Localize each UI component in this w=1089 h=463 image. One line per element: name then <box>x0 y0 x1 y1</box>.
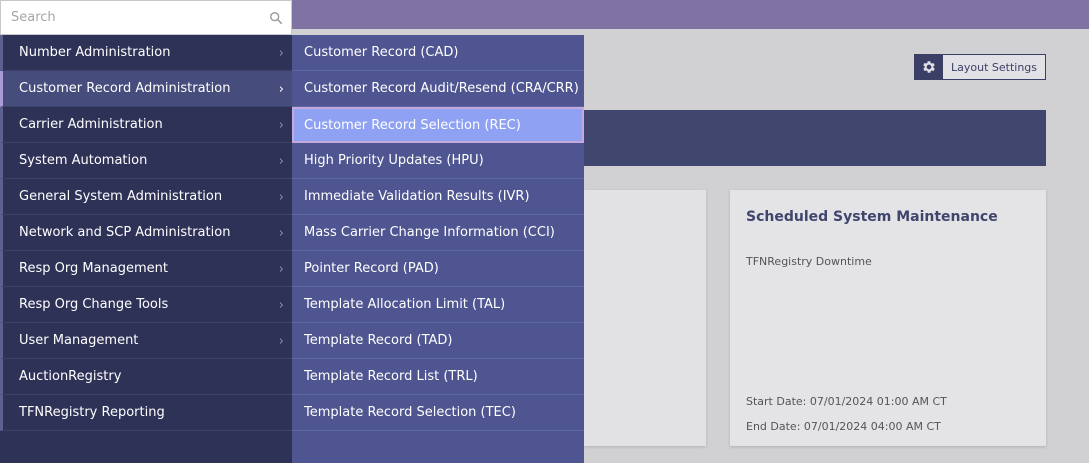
menu-item-resp-org-management[interactable]: Resp Org Management › <box>0 251 292 287</box>
chevron-right-icon: › <box>278 298 284 313</box>
menu-item-label: AuctionRegistry <box>19 369 122 384</box>
layout-settings-label: Layout Settings <box>951 60 1038 74</box>
submenu-item-mass-carrier-change[interactable]: Mass Carrier Change Information (CCI) <box>292 215 584 251</box>
menu-item-carrier-administration[interactable]: Carrier Administration › <box>0 107 292 143</box>
submenu-item-customer-record-cad[interactable]: Customer Record (CAD) <box>292 35 584 71</box>
submenu-item-high-priority-updates[interactable]: High Priority Updates (HPU) <box>292 143 584 179</box>
chevron-right-icon: › <box>278 190 284 205</box>
menu-item-system-automation[interactable]: System Automation › <box>0 143 292 179</box>
chevron-right-icon: › <box>278 262 284 277</box>
menu-item-tfnregistry-reporting[interactable]: TFNRegistry Reporting <box>0 395 292 431</box>
submenu-item-label: Immediate Validation Results (IVR) <box>304 189 530 204</box>
submenu-item-customer-record-selection[interactable]: Customer Record Selection (REC) <box>292 107 584 143</box>
menu-item-user-management[interactable]: User Management › <box>0 323 292 359</box>
submenu-item-label: High Priority Updates (HPU) <box>304 153 484 168</box>
main-nav-menu: Number Administration › Customer Record … <box>0 35 292 463</box>
menu-item-label: TFNRegistry Reporting <box>19 405 165 420</box>
search-input[interactable] <box>1 2 256 33</box>
submenu-item-customer-record-audit-resend[interactable]: Customer Record Audit/Resend (CRA/CRR) <box>292 71 584 107</box>
submenu-item-label: Pointer Record (PAD) <box>304 261 439 276</box>
customer-record-submenu: Customer Record (CAD) Customer Record Au… <box>292 35 584 463</box>
maintenance-start-date: Start Date: 07/01/2024 01:00 AM CT <box>746 395 947 408</box>
layout-settings-button[interactable]: Layout Settings <box>914 54 1046 80</box>
menu-item-label: Resp Org Change Tools <box>19 297 169 312</box>
gear-icon <box>915 55 943 79</box>
submenu-item-label: Template Record List (TRL) <box>304 369 478 384</box>
menu-item-resp-org-change-tools[interactable]: Resp Org Change Tools › <box>0 287 292 323</box>
menu-item-auctionregistry[interactable]: AuctionRegistry <box>0 359 292 395</box>
submenu-item-label: Customer Record Selection (REC) <box>304 117 521 133</box>
menu-item-label: Resp Org Management <box>19 261 168 276</box>
submenu-item-label: Template Record Selection (TEC) <box>304 405 516 420</box>
submenu-item-pointer-record[interactable]: Pointer Record (PAD) <box>292 251 584 287</box>
submenu-item-label: Mass Carrier Change Information (CCI) <box>304 225 555 240</box>
menu-item-label: System Automation <box>19 153 148 168</box>
submenu-item-template-record-list[interactable]: Template Record List (TRL) <box>292 359 584 395</box>
chevron-right-icon: › <box>278 82 284 97</box>
chevron-right-icon: › <box>278 118 284 133</box>
chevron-right-icon: › <box>278 226 284 241</box>
submenu-item-template-record-selection[interactable]: Template Record Selection (TEC) <box>292 395 584 431</box>
dashboard-banner <box>584 110 1046 166</box>
menu-item-label: Customer Record Administration <box>19 81 231 96</box>
menu-item-label: Number Administration <box>19 45 171 60</box>
chevron-right-icon: › <box>278 334 284 349</box>
search-box <box>0 0 292 35</box>
chevron-right-icon: › <box>278 46 284 61</box>
menu-item-label: Carrier Administration <box>19 117 163 132</box>
maintenance-end-date: End Date: 07/01/2024 04:00 AM CT <box>746 420 941 433</box>
menu-item-label: General System Administration <box>19 189 223 204</box>
menu-item-label: User Management <box>19 333 139 348</box>
menu-item-customer-record-administration[interactable]: Customer Record Administration › <box>0 71 292 107</box>
chevron-right-icon: › <box>278 154 284 169</box>
menu-item-number-administration[interactable]: Number Administration › <box>0 35 292 71</box>
submenu-item-label: Customer Record Audit/Resend (CRA/CRR) <box>304 81 579 96</box>
submenu-item-immediate-validation-results[interactable]: Immediate Validation Results (IVR) <box>292 179 584 215</box>
menu-item-label: Network and SCP Administration <box>19 225 231 240</box>
submenu-item-label: Template Allocation Limit (TAL) <box>304 297 506 312</box>
submenu-item-label: Template Record (TAD) <box>304 333 453 348</box>
submenu-item-label: Customer Record (CAD) <box>304 45 459 60</box>
maintenance-card: Scheduled System Maintenance TFNRegistry… <box>730 190 1046 446</box>
maintenance-card-subtitle: TFNRegistry Downtime <box>746 255 872 268</box>
search-icon[interactable] <box>269 11 283 25</box>
submenu-item-template-record[interactable]: Template Record (TAD) <box>292 323 584 359</box>
submenu-item-template-allocation-limit[interactable]: Template Allocation Limit (TAL) <box>292 287 584 323</box>
menu-item-network-and-scp-administration[interactable]: Network and SCP Administration › <box>0 215 292 251</box>
maintenance-card-title: Scheduled System Maintenance <box>746 209 998 225</box>
dashboard-card <box>584 190 706 446</box>
menu-item-general-system-administration[interactable]: General System Administration › <box>0 179 292 215</box>
